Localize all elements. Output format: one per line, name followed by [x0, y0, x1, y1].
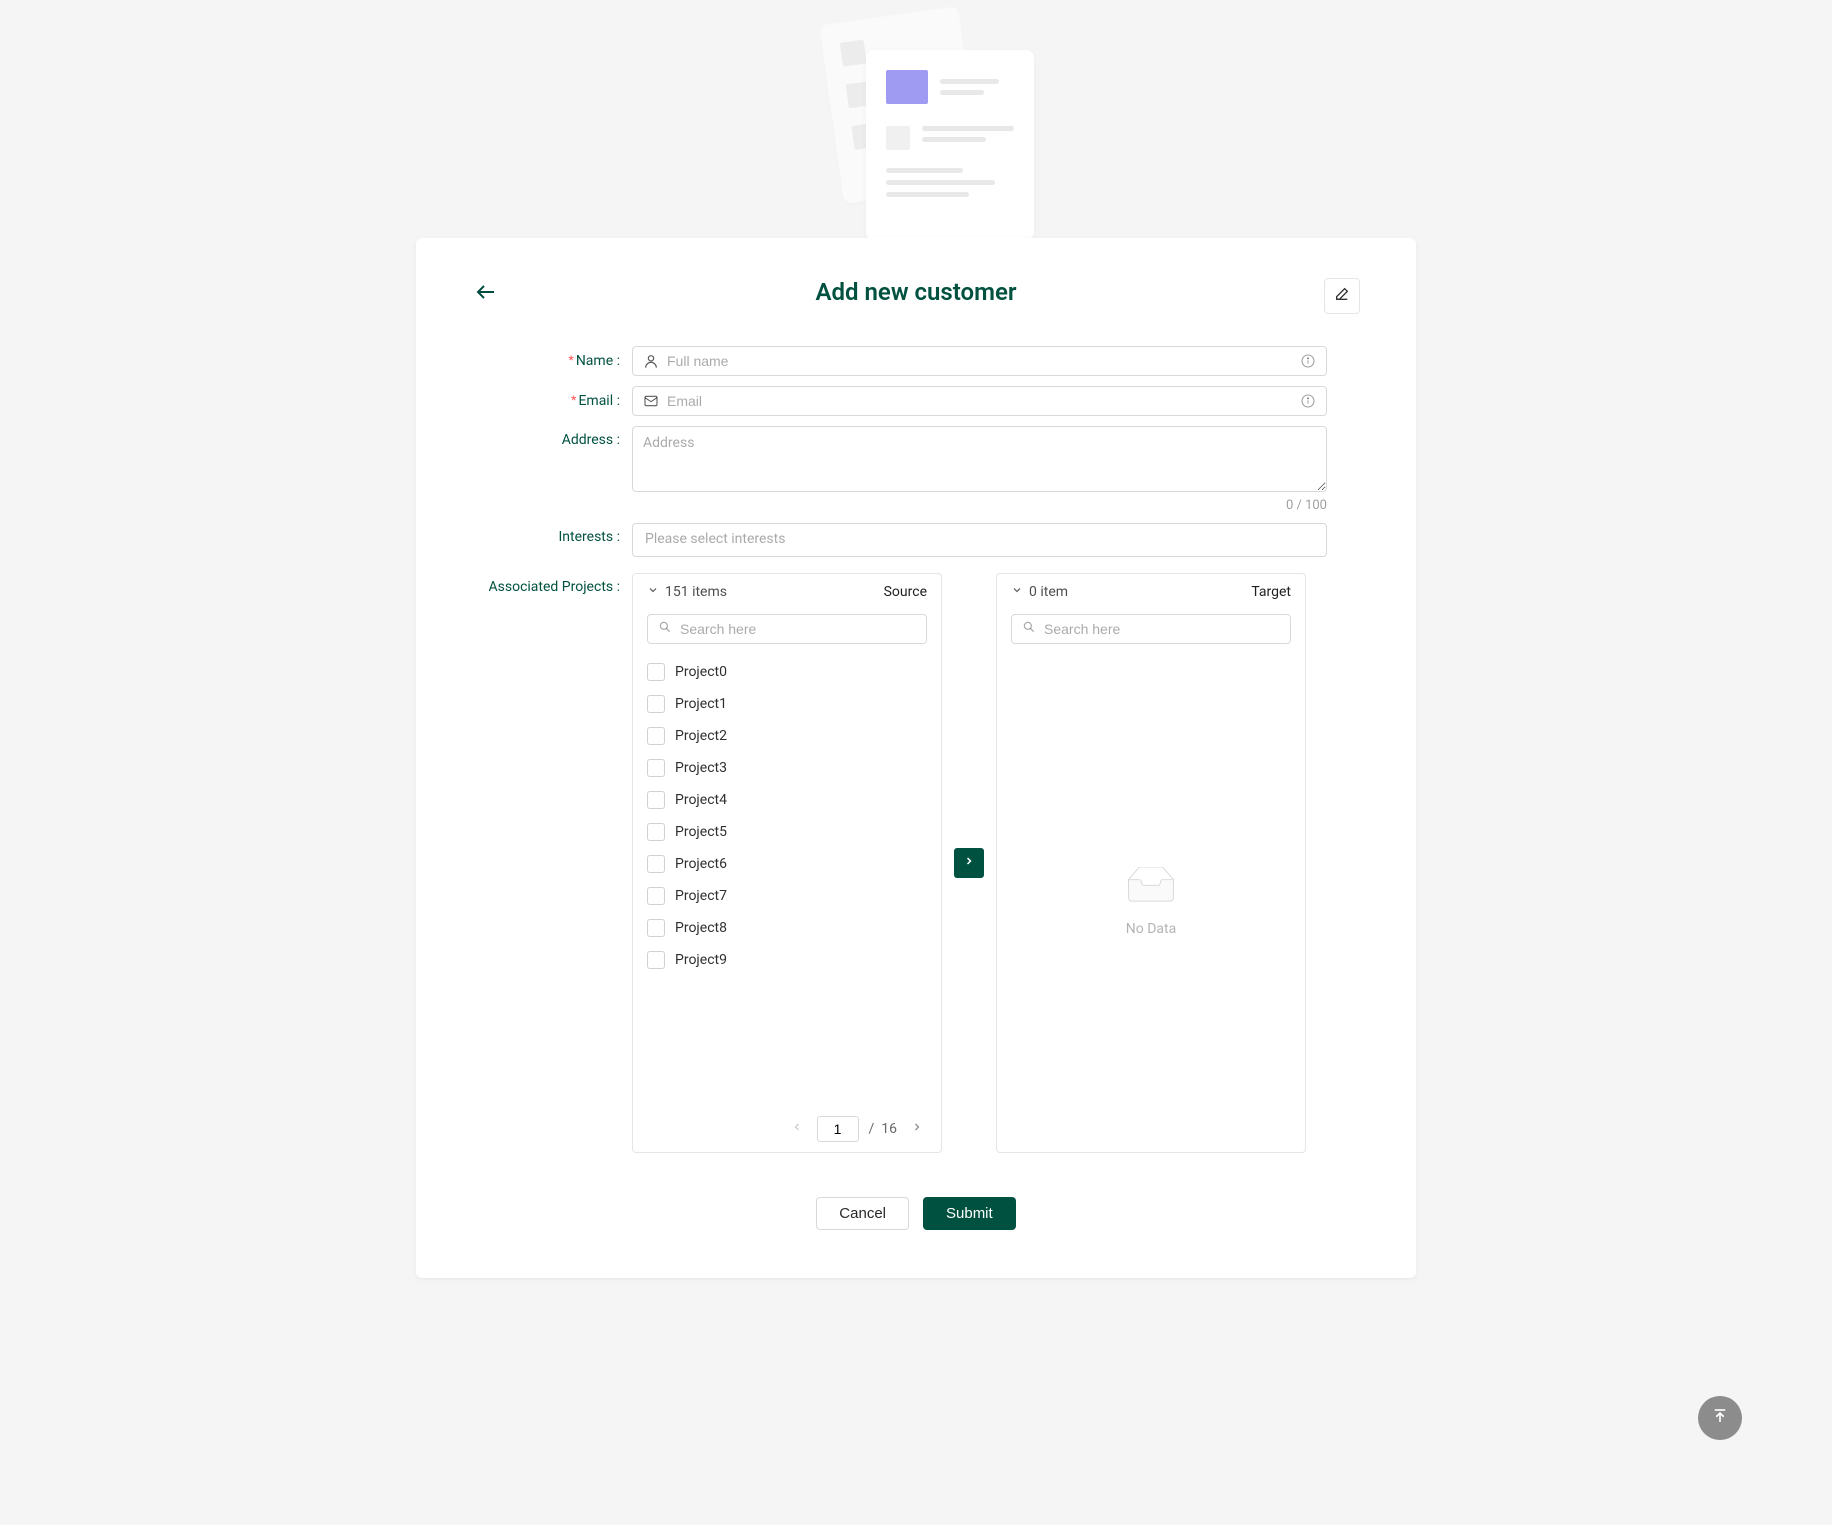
transfer-item-label: Project5 — [675, 824, 727, 840]
chevron-right-icon — [963, 855, 975, 871]
header-illustration — [0, 10, 1832, 220]
transfer-item[interactable]: Project2 — [647, 720, 927, 752]
source-search-input[interactable] — [680, 621, 916, 637]
address-textarea[interactable] — [632, 426, 1327, 492]
email-input[interactable] — [667, 393, 1292, 409]
transfer-item[interactable]: Project1 — [647, 688, 927, 720]
info-icon[interactable] — [1300, 353, 1316, 369]
back-button[interactable] — [472, 280, 500, 308]
email-label: *Email : — [472, 386, 632, 409]
transfer-item[interactable]: Project4 — [647, 784, 927, 816]
transfer-item-label: Project9 — [675, 952, 727, 968]
back-to-top-button[interactable] — [1698, 1396, 1742, 1440]
mail-icon — [643, 393, 659, 409]
page-sep: / 16 — [869, 1121, 897, 1137]
transfer-item[interactable]: Project6 — [647, 848, 927, 880]
edit-button[interactable] — [1324, 278, 1360, 314]
target-count: 0 item — [1029, 584, 1068, 600]
transfer-item[interactable]: Project0 — [647, 656, 927, 688]
checkbox[interactable] — [647, 759, 665, 777]
transfer-item-label: Project8 — [675, 920, 727, 936]
to-top-icon — [1711, 1407, 1729, 1429]
checkbox[interactable] — [647, 727, 665, 745]
transfer-target: 0 item Target — [996, 573, 1306, 1153]
transfer-item-label: Project1 — [675, 696, 727, 712]
edit-icon — [1334, 286, 1350, 306]
address-label: Address : — [472, 426, 632, 448]
chevron-down-icon[interactable] — [1011, 584, 1023, 600]
transfer-item[interactable]: Project3 — [647, 752, 927, 784]
arrow-left-icon — [474, 280, 498, 308]
transfer-item-label: Project6 — [675, 856, 727, 872]
target-title: Target — [1251, 584, 1291, 600]
name-label: *Name : — [472, 346, 632, 369]
source-count: 151 items — [665, 584, 727, 600]
submit-button[interactable]: Submit — [923, 1197, 1016, 1230]
checkbox[interactable] — [647, 919, 665, 937]
transfer-item-label: Project4 — [675, 792, 727, 808]
checkbox[interactable] — [647, 663, 665, 681]
chevron-down-icon[interactable] — [647, 584, 659, 600]
info-icon[interactable] — [1300, 393, 1316, 409]
page-next[interactable] — [907, 1119, 927, 1139]
search-icon — [658, 620, 672, 638]
transfer-item-label: Project3 — [675, 760, 727, 776]
empty-text: No Data — [1126, 921, 1176, 937]
checkbox[interactable] — [647, 855, 665, 873]
user-icon — [643, 353, 659, 369]
transfer-item-label: Project2 — [675, 728, 727, 744]
address-counter: 0 / 100 — [632, 498, 1327, 513]
empty-icon — [1119, 867, 1183, 911]
checkbox[interactable] — [647, 951, 665, 969]
projects-label: Associated Projects : — [472, 573, 632, 595]
checkbox[interactable] — [647, 791, 665, 809]
checkbox[interactable] — [647, 887, 665, 905]
source-title: Source — [884, 584, 927, 600]
transfer-item[interactable]: Project7 — [647, 880, 927, 912]
checkbox[interactable] — [647, 823, 665, 841]
page-prev[interactable] — [787, 1119, 807, 1139]
search-icon — [1022, 620, 1036, 638]
transfer-item[interactable]: Project9 — [647, 944, 927, 976]
checkbox[interactable] — [647, 695, 665, 713]
form-card: Add new customer *Name : — [416, 238, 1416, 1278]
transfer-item-label: Project0 — [675, 664, 727, 680]
page-title: Add new customer — [815, 278, 1016, 306]
name-input[interactable] — [667, 353, 1292, 369]
interests-select[interactable]: Please select interests — [632, 523, 1327, 557]
transfer-item[interactable]: Project5 — [647, 816, 927, 848]
page-input[interactable] — [817, 1116, 859, 1142]
cancel-button[interactable]: Cancel — [816, 1197, 909, 1230]
target-search-input[interactable] — [1044, 621, 1280, 637]
interests-label: Interests : — [472, 523, 632, 545]
transfer-source: 151 items Source Project0 Project1 Project… — [632, 573, 942, 1153]
transfer-move-right[interactable] — [954, 848, 984, 878]
transfer-item-label: Project7 — [675, 888, 727, 904]
transfer-item[interactable]: Project8 — [647, 912, 927, 944]
